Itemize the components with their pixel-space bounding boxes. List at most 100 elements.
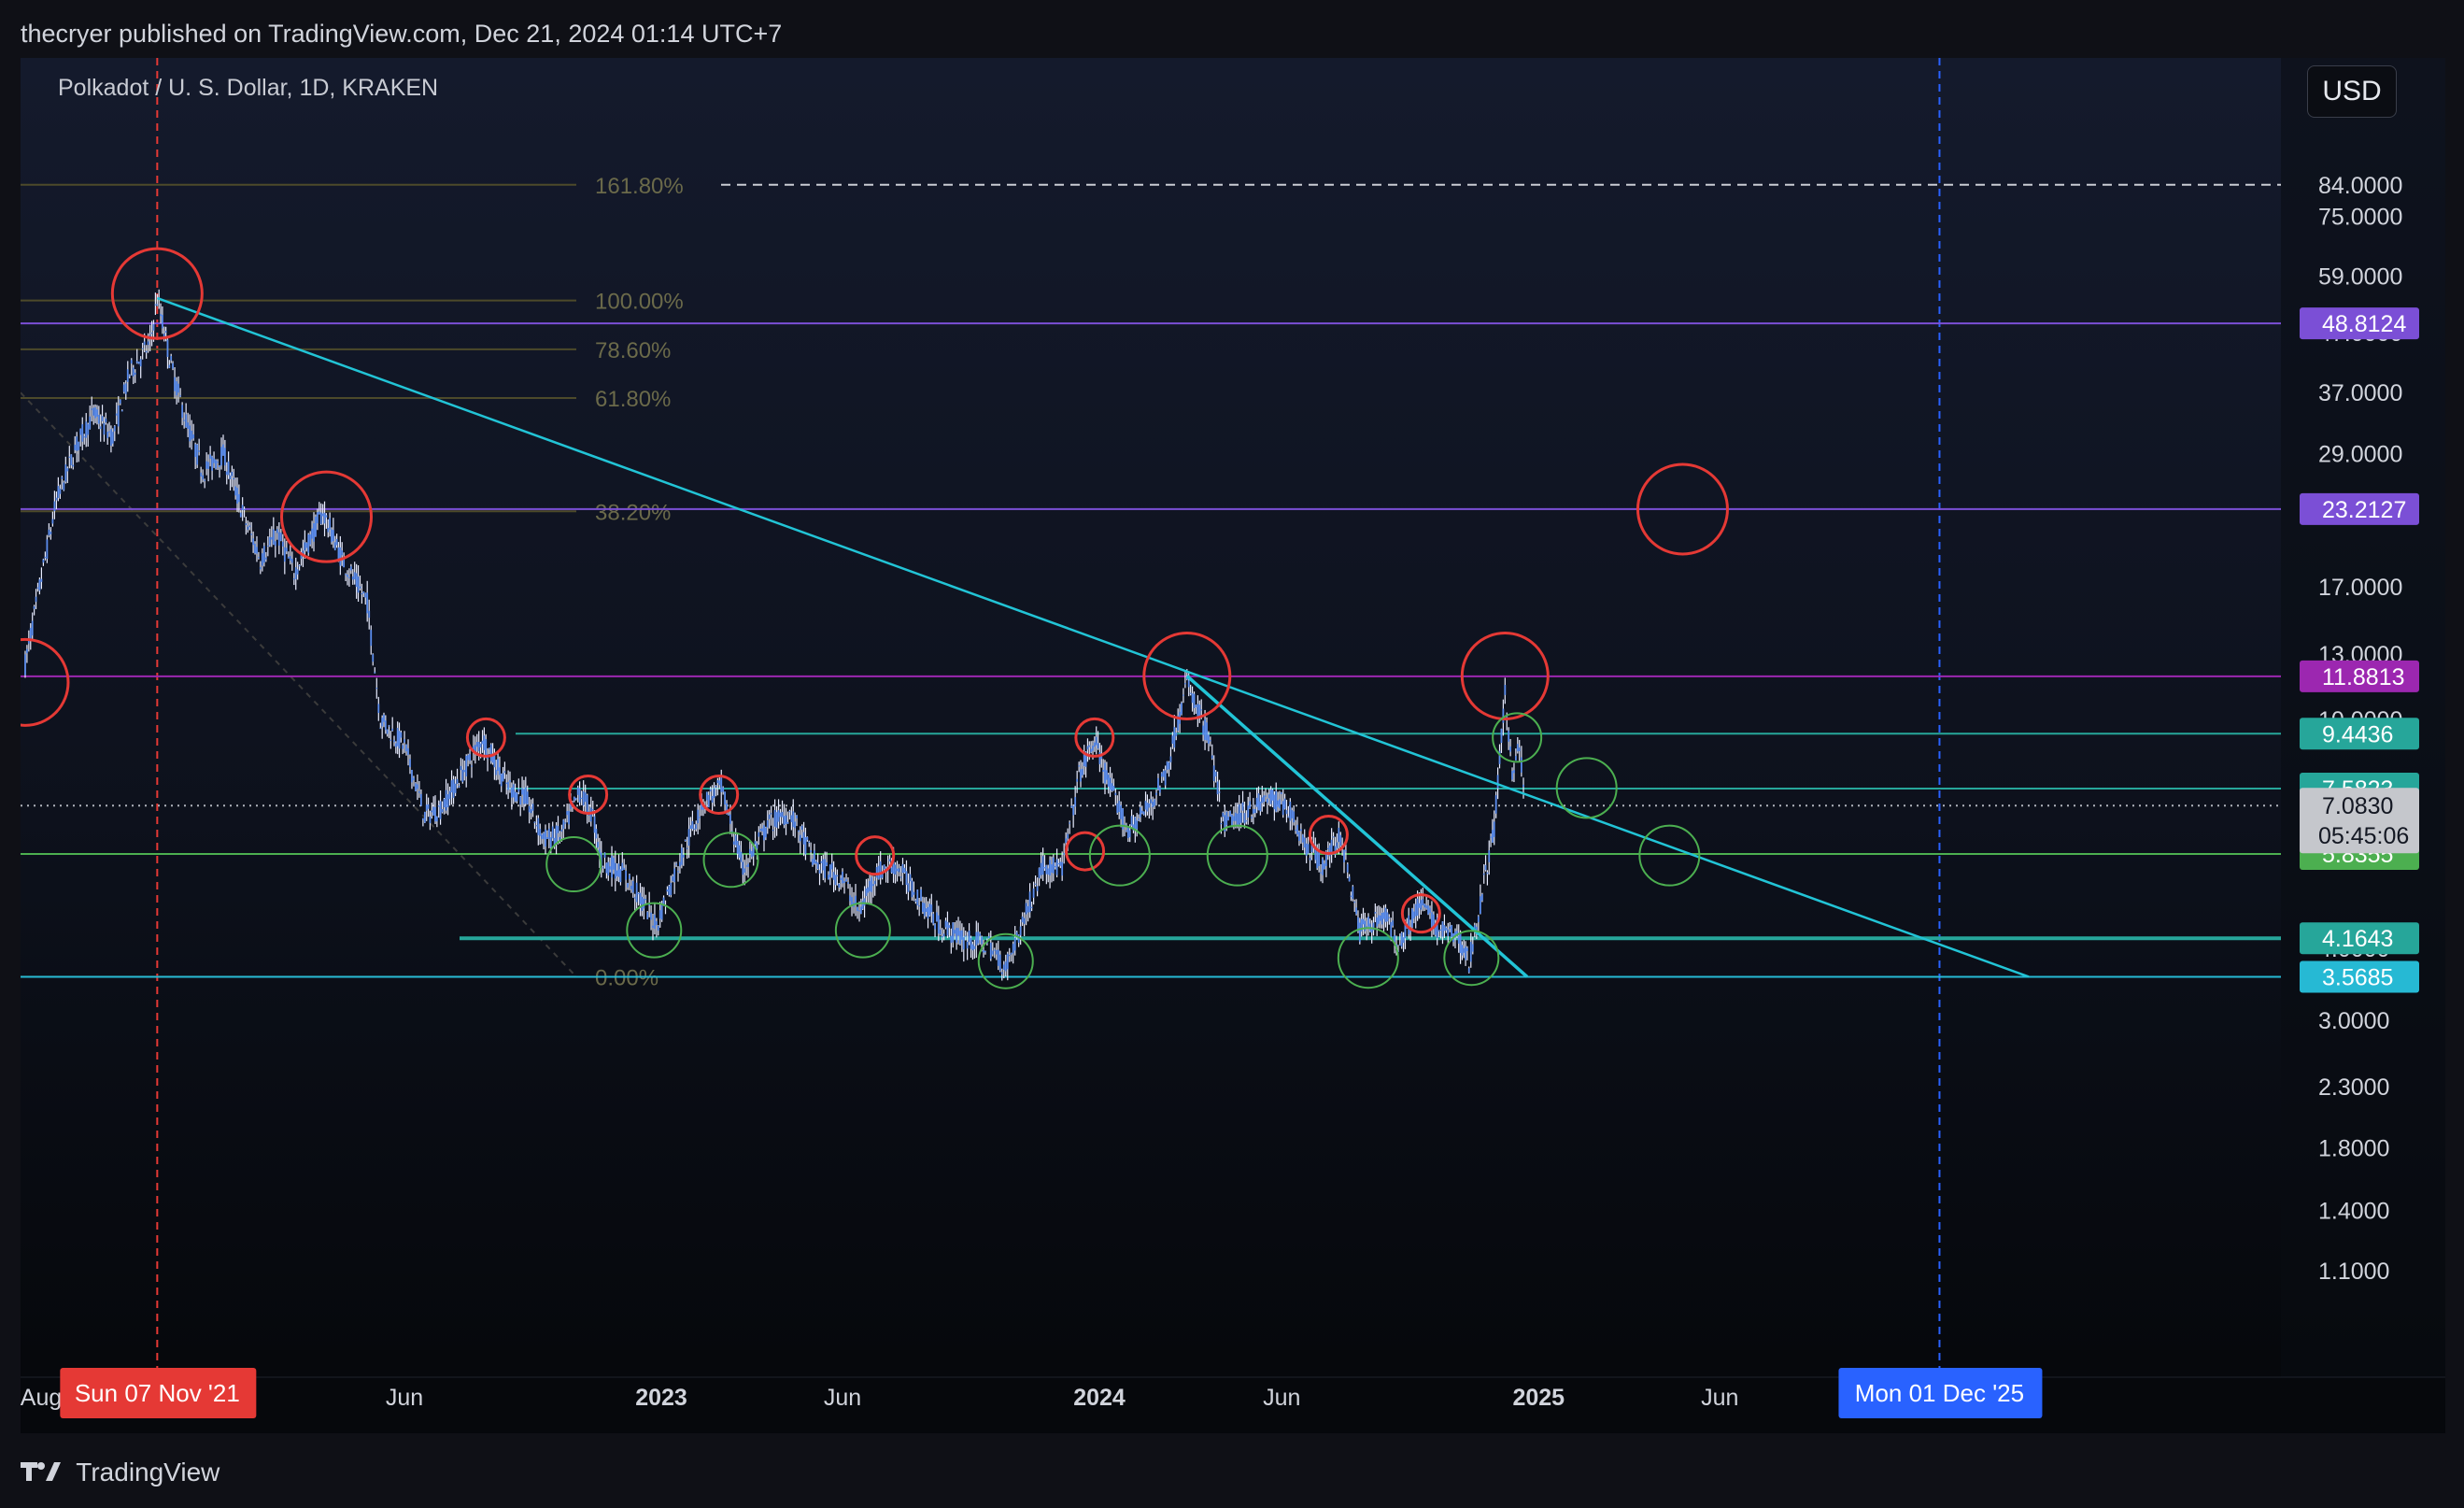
candle-body xyxy=(74,444,77,450)
candle-body xyxy=(1486,872,1489,875)
candle-body xyxy=(1239,812,1242,823)
candle-body xyxy=(432,806,435,816)
candle-body xyxy=(1277,800,1280,807)
candle-body xyxy=(143,341,146,346)
candle-body xyxy=(189,425,191,442)
price-chart[interactable]: 161.80% 100.00% 78.60% 61.80% 38.20% 0.00% 84.… xyxy=(21,58,2445,1433)
candle-body xyxy=(524,787,527,804)
candle-body xyxy=(535,825,538,827)
candle-body xyxy=(612,858,615,870)
candle-body xyxy=(1522,784,1524,788)
candle-body xyxy=(1222,812,1225,818)
candle-body xyxy=(290,558,293,563)
candle-body xyxy=(245,523,248,525)
candle-body xyxy=(448,790,451,800)
candle-body xyxy=(660,903,663,920)
candle-body xyxy=(89,416,92,430)
price-tick-label: 3.0000 xyxy=(2318,1008,2389,1034)
footer-branding[interactable]: TradingView xyxy=(21,1454,219,1491)
candle-body xyxy=(1036,886,1039,891)
candle-body xyxy=(547,828,550,840)
candle-body xyxy=(181,405,184,419)
candle-body xyxy=(677,871,679,873)
candle-body xyxy=(644,899,647,901)
candle-body xyxy=(229,476,232,479)
candle-body xyxy=(1449,926,1451,930)
fib-level-label: 161.80% xyxy=(595,174,684,199)
candle-body xyxy=(1182,694,1184,696)
candle-body xyxy=(747,863,749,867)
candle-body xyxy=(1504,685,1507,695)
resistance-circle xyxy=(568,775,609,816)
candle-body xyxy=(1206,722,1208,741)
candle-body xyxy=(1441,921,1444,937)
candle-body xyxy=(545,829,546,847)
candle-body xyxy=(1303,837,1306,848)
price-level-badge-label: 23.2127 xyxy=(2322,497,2406,523)
candle-body xyxy=(115,413,118,416)
candle-body xyxy=(1386,912,1389,922)
candle-body xyxy=(1160,773,1163,777)
candle-body xyxy=(359,586,361,589)
candle-body xyxy=(79,428,82,435)
candle-body xyxy=(697,809,700,824)
candle-body xyxy=(247,526,249,530)
candle-body xyxy=(843,880,845,883)
candle-body xyxy=(1191,693,1194,704)
candle-body xyxy=(318,511,320,515)
resistance-circle xyxy=(1308,815,1349,856)
candle-body xyxy=(1144,801,1147,810)
candle-body xyxy=(1316,851,1319,869)
candle-body xyxy=(576,787,579,795)
candle-body xyxy=(454,783,457,793)
candle-body xyxy=(1320,872,1322,874)
candle-body xyxy=(219,464,220,467)
candle-body xyxy=(772,830,774,832)
candle-body xyxy=(1447,929,1450,936)
candle-body xyxy=(176,381,177,396)
candle-body xyxy=(101,416,104,421)
candle-body xyxy=(773,810,776,827)
currency-button[interactable]: USD xyxy=(2307,65,2397,118)
candle-body xyxy=(858,910,860,912)
price-tick-label: 1.1000 xyxy=(2318,1259,2389,1285)
candle-body xyxy=(925,908,928,913)
candle-body xyxy=(1265,795,1267,797)
price-scale: 84.000075.000059.000047.000037.000029.00… xyxy=(2281,58,2445,1377)
candle-body xyxy=(1065,838,1068,844)
candle-body xyxy=(458,786,460,788)
candle-body xyxy=(452,778,455,798)
price-tick-label: 29.0000 xyxy=(2318,441,2402,467)
candle-body xyxy=(777,810,780,822)
candle-body xyxy=(1209,740,1211,742)
candle-body xyxy=(991,950,994,955)
candle-body xyxy=(699,817,701,818)
candle-body xyxy=(589,807,592,822)
candle-body xyxy=(920,889,922,901)
candle-body xyxy=(1061,861,1064,876)
chart-area[interactable]: 161.80% 100.00% 78.60% 61.80% 38.20% 0.00% 84.… xyxy=(21,58,2445,1433)
candle-body xyxy=(1234,812,1237,821)
candle-body xyxy=(716,780,719,784)
candle-body xyxy=(1482,873,1485,875)
candle-body xyxy=(720,777,723,792)
candle-body xyxy=(1429,907,1431,914)
candle-body xyxy=(1409,931,1411,932)
candle-body xyxy=(595,828,598,839)
candle-body xyxy=(132,367,135,377)
candle-body xyxy=(828,864,831,878)
candle-body xyxy=(514,791,517,802)
candle-body xyxy=(1047,868,1050,875)
candle-body xyxy=(597,842,600,848)
candle-body xyxy=(388,725,390,727)
candle-body xyxy=(259,566,262,570)
candle-body xyxy=(871,876,872,892)
candle-body xyxy=(99,426,102,430)
candle-body xyxy=(666,889,669,892)
candle-body xyxy=(1346,863,1349,873)
candle-body xyxy=(808,841,811,844)
candle-body xyxy=(48,529,50,535)
candle-body xyxy=(1390,921,1393,937)
crosshair-time-label-right: Mon 01 Dec '25 xyxy=(1855,1379,2024,1407)
candle-body xyxy=(78,441,80,450)
